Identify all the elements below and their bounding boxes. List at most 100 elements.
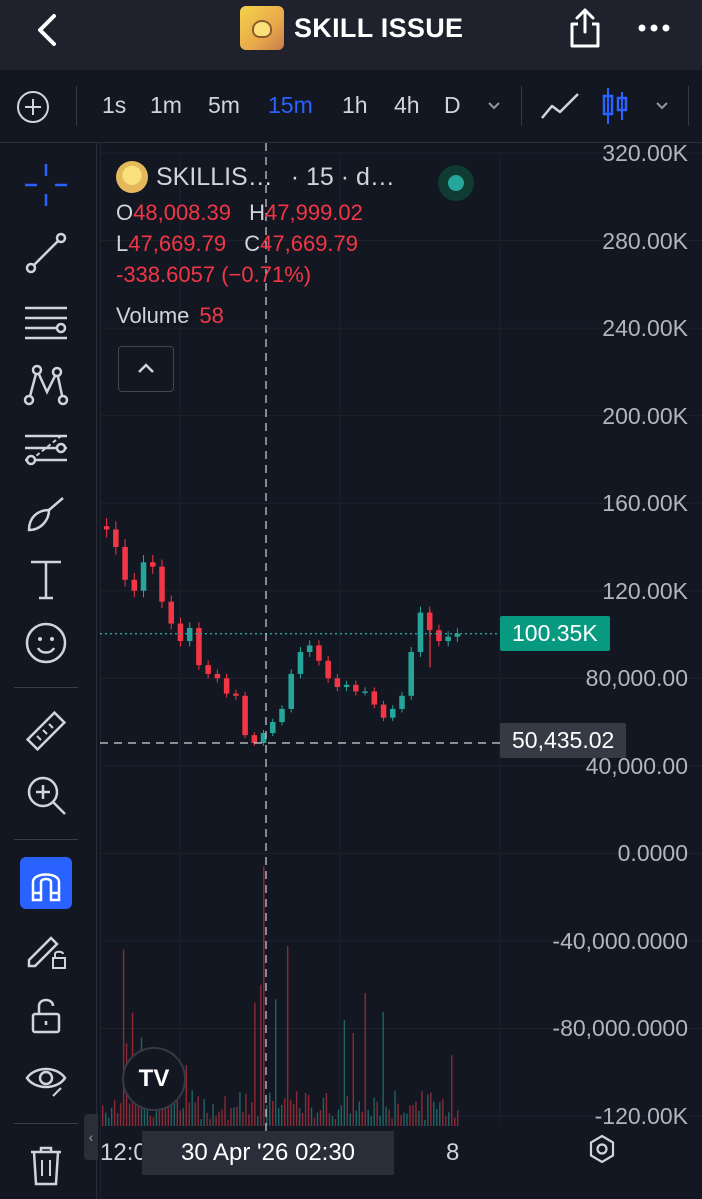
horizontal-lines-icon[interactable] bbox=[20, 295, 72, 347]
volume-bar bbox=[349, 1113, 352, 1126]
volume-bar bbox=[286, 946, 289, 1126]
volume-bar bbox=[236, 1106, 238, 1126]
volume-bar bbox=[430, 1092, 432, 1126]
timeframe-1h[interactable]: 1h bbox=[342, 92, 368, 119]
volume-bar bbox=[355, 1110, 357, 1126]
time-label-right: 8 bbox=[446, 1139, 460, 1166]
toolbar-divider bbox=[521, 86, 522, 126]
volume-bar bbox=[122, 949, 125, 1126]
ruler-icon[interactable] bbox=[20, 705, 72, 757]
chevron-down-icon[interactable] bbox=[486, 98, 502, 114]
volume-bar bbox=[224, 1096, 226, 1126]
crosshair-time-label: 30 Apr '26 02:30 bbox=[142, 1131, 394, 1175]
tool-divider bbox=[14, 1123, 78, 1124]
candle-body bbox=[297, 652, 304, 674]
candle-body bbox=[417, 612, 424, 653]
price-axis-label: 200.00K bbox=[602, 402, 688, 429]
emoji-icon[interactable] bbox=[20, 617, 72, 669]
lock-drawings-pencil-icon[interactable] bbox=[20, 923, 72, 975]
text-tool-icon[interactable] bbox=[20, 553, 72, 605]
share-icon[interactable] bbox=[566, 6, 604, 50]
page-title: SKILL ISSUE bbox=[294, 12, 464, 43]
volume-bar bbox=[304, 1092, 307, 1126]
candle-body bbox=[270, 722, 276, 733]
volume-bar bbox=[403, 1112, 405, 1126]
volume-bar bbox=[254, 1002, 256, 1126]
zoom-in-icon[interactable] bbox=[20, 769, 72, 821]
candle-body bbox=[343, 684, 350, 688]
volume-bar bbox=[310, 1107, 313, 1126]
timeframe-d[interactable]: D bbox=[444, 92, 461, 119]
change-value: -338.6057 (−0.71%) bbox=[116, 262, 312, 287]
volume-bar bbox=[301, 1113, 304, 1126]
tradingview-logo[interactable]: TV bbox=[122, 1047, 186, 1111]
volume-bar bbox=[113, 1100, 116, 1126]
time-axis[interactable]: 12:0 30 Apr '26 02:30 8 bbox=[100, 1131, 702, 1179]
chevron-down-icon[interactable] bbox=[654, 98, 670, 114]
volume-bar bbox=[391, 1118, 393, 1126]
candle-body bbox=[251, 735, 258, 743]
timeframe-1s[interactable]: 1s bbox=[102, 92, 126, 119]
volume-bar bbox=[179, 1110, 181, 1126]
legend-symbol: SKILLIS… bbox=[156, 162, 273, 191]
volume-bar bbox=[230, 1107, 232, 1126]
volume-bar bbox=[110, 1107, 113, 1126]
timeframe-5m[interactable]: 5m bbox=[208, 92, 240, 119]
timeframe-1m[interactable]: 1m bbox=[150, 92, 182, 119]
volume-bar bbox=[191, 1090, 193, 1126]
volume-bar bbox=[436, 1108, 438, 1126]
trend-line-icon[interactable] bbox=[20, 227, 72, 279]
price-axis-label: 280.00K bbox=[602, 227, 688, 254]
candlestick-chart-type-icon[interactable] bbox=[600, 86, 630, 126]
volume-bar bbox=[242, 1111, 244, 1126]
settings-gear-icon[interactable] bbox=[586, 1133, 618, 1165]
volume-bar bbox=[421, 1091, 423, 1126]
price-axis-label: 160.00K bbox=[602, 490, 688, 517]
ohlc-values: O48,008.39 H47,999.02 L47,669.79 C47,669… bbox=[116, 197, 395, 290]
pattern-icon[interactable] bbox=[20, 359, 72, 411]
token-avatar bbox=[240, 6, 284, 50]
price-chart[interactable]: SKILLIS… · 15 · d… O48,008.39 H47,999.02… bbox=[84, 140, 702, 1199]
volume-bar bbox=[260, 984, 262, 1126]
volume-bar bbox=[457, 1110, 459, 1126]
add-indicator-plus-icon[interactable] bbox=[16, 90, 50, 124]
candle-body bbox=[205, 665, 211, 674]
timeframe-4h[interactable]: 4h bbox=[394, 92, 420, 119]
volume-bar bbox=[343, 1020, 346, 1126]
volume-bar bbox=[206, 1113, 208, 1126]
volume-bar bbox=[251, 1101, 253, 1126]
timeframe-15m[interactable]: 15m bbox=[268, 92, 313, 119]
volume-bar bbox=[361, 1111, 363, 1126]
volume-bar bbox=[358, 1101, 360, 1126]
volume-bar bbox=[245, 1093, 247, 1126]
unlock-icon[interactable] bbox=[20, 989, 72, 1041]
chevron-up-icon bbox=[138, 363, 154, 373]
volume-bar bbox=[263, 866, 265, 1126]
collapse-legend-button[interactable] bbox=[118, 346, 174, 392]
volume-bar bbox=[382, 1012, 384, 1126]
volume-bar bbox=[272, 1100, 274, 1126]
fib-retracement-icon[interactable] bbox=[20, 423, 72, 475]
open-value: 48,008.39 bbox=[133, 200, 231, 225]
back-chevron-icon[interactable] bbox=[28, 10, 68, 50]
magnet-icon[interactable] bbox=[20, 857, 72, 909]
volume-bar bbox=[275, 999, 277, 1126]
candle-body bbox=[436, 630, 442, 642]
line-chart-type-icon[interactable] bbox=[540, 90, 582, 122]
trash-icon[interactable] bbox=[20, 1139, 72, 1191]
candle-body bbox=[103, 526, 110, 530]
volume-bar bbox=[248, 1114, 250, 1126]
candle-body bbox=[159, 566, 165, 602]
candle-body bbox=[380, 704, 387, 718]
more-dots-icon[interactable] bbox=[636, 18, 672, 38]
eye-visibility-icon[interactable] bbox=[20, 1053, 72, 1105]
volume-bar bbox=[182, 1108, 184, 1126]
time-label-left: 12:0 bbox=[100, 1139, 147, 1166]
brush-icon[interactable] bbox=[20, 489, 72, 541]
volume-bar bbox=[176, 1100, 178, 1126]
legend-symbol-row[interactable]: SKILLIS… · 15 · d… bbox=[116, 161, 395, 193]
collapse-toolbar-handle[interactable]: ‹ bbox=[84, 1114, 98, 1160]
crosshair-icon[interactable] bbox=[20, 159, 72, 211]
toolbar-divider bbox=[688, 86, 689, 126]
volume-bar bbox=[197, 1096, 199, 1126]
